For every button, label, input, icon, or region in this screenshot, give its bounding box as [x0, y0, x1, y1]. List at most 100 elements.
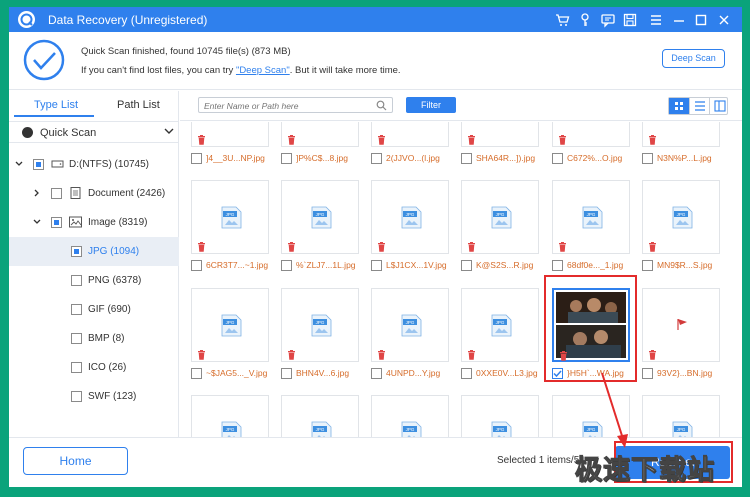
deep-scan-button[interactable]: Deep Scan: [662, 49, 725, 68]
file-item[interactable]: JPG: [642, 395, 726, 437]
grid-view-icon[interactable]: [669, 98, 689, 114]
file-checkbox[interactable]: [461, 260, 472, 271]
file-item[interactable]: JPG K@S2S...R.jpg: [461, 180, 545, 284]
deep-scan-link[interactable]: "Deep Scan": [236, 65, 290, 76]
feedback-icon[interactable]: [600, 12, 616, 28]
file-checkbox[interactable]: [371, 368, 382, 379]
file-checkbox[interactable]: [191, 368, 202, 379]
file-checkbox[interactable]: [461, 368, 472, 379]
file-checkbox[interactable]: [371, 153, 382, 164]
file-item[interactable]: JPG]4__3U...NP.jpg: [191, 122, 275, 177]
tree-item-drive[interactable]: D:(NTFS) (10745): [9, 150, 179, 179]
tree-item-document[interactable]: Document (2426): [9, 179, 179, 208]
file-thumbnail[interactable]: JPG: [371, 395, 449, 437]
chevron-down-icon[interactable]: [15, 160, 23, 168]
file-checkbox[interactable]: [552, 153, 563, 164]
search-box[interactable]: [198, 97, 393, 113]
file-thumbnail[interactable]: JPG: [191, 395, 269, 437]
tree-item-bmp[interactable]: BMP (8): [9, 324, 179, 353]
menu-icon[interactable]: [648, 12, 664, 28]
file-thumbnail[interactable]: JPG: [191, 288, 269, 362]
tree-checkbox[interactable]: [71, 275, 82, 286]
scan-mode-dropdown[interactable]: Quick Scan: [9, 121, 179, 143]
file-checkbox[interactable]: [461, 153, 472, 164]
tree-checkbox[interactable]: [71, 391, 82, 402]
tree-checkbox[interactable]: [71, 362, 82, 373]
file-checkbox[interactable]: [191, 153, 202, 164]
file-thumbnail[interactable]: JPG: [281, 122, 359, 147]
home-button[interactable]: Home: [23, 447, 128, 475]
tree-item-image[interactable]: Image (8319): [9, 208, 179, 237]
file-item[interactable]: JPG ~$JAG5..._V.jpg: [191, 288, 275, 392]
file-item[interactable]: JPG 0XXE0V...L3.jpg: [461, 288, 545, 392]
key-icon[interactable]: [577, 12, 593, 28]
file-checkbox[interactable]: [642, 368, 653, 379]
save-icon[interactable]: [622, 12, 638, 28]
file-item[interactable]: JPG %`ZLJ7...1L.jpg: [281, 180, 365, 284]
tree-checkbox[interactable]: [51, 217, 62, 228]
file-thumbnail[interactable]: JPG: [371, 288, 449, 362]
tree-checkbox[interactable]: [71, 246, 82, 257]
search-input[interactable]: [204, 99, 364, 112]
tree-item-jpg[interactable]: JPG (1094): [9, 237, 179, 266]
tree-checkbox[interactable]: [51, 188, 62, 199]
file-checkbox[interactable]: [281, 153, 292, 164]
tree-item-png[interactable]: PNG (6378): [9, 266, 179, 295]
file-item[interactable]: JPG 68df0e..._1.jpg: [552, 180, 636, 284]
tree-checkbox[interactable]: [71, 304, 82, 315]
file-thumbnail[interactable]: JPG: [642, 395, 720, 437]
file-item[interactable]: JPG SHA64R...]).jpg: [461, 122, 545, 177]
tree-item-swf[interactable]: SWF (123): [9, 382, 179, 411]
file-item[interactable]: JPG: [371, 395, 455, 437]
file-item[interactable]: JPG BHN4V...6.jpg: [281, 288, 365, 392]
file-thumbnail[interactable]: JPG: [552, 180, 630, 254]
file-thumbnail[interactable]: JPG: [281, 395, 359, 437]
maximize-icon[interactable]: [693, 12, 709, 28]
file-checkbox[interactable]: [371, 260, 382, 271]
file-checkbox[interactable]: [281, 368, 292, 379]
file-item[interactable]: JPG MN9$R...S.jpg: [642, 180, 726, 284]
search-icon[interactable]: [376, 100, 387, 111]
filter-button[interactable]: Filter: [406, 97, 456, 113]
file-thumbnail[interactable]: JPG: [191, 122, 269, 147]
tree-checkbox[interactable]: [33, 159, 44, 170]
file-thumbnail[interactable]: [642, 288, 720, 362]
tab-type-list[interactable]: Type List: [34, 99, 78, 111]
chevron-right-icon[interactable]: [33, 189, 41, 197]
file-thumbnail[interactable]: JPG: [461, 395, 539, 437]
list-view-icon[interactable]: [689, 98, 709, 114]
minimize-icon[interactable]: [671, 12, 687, 28]
file-thumbnail[interactable]: JPG: [642, 122, 720, 147]
tree-checkbox[interactable]: [71, 333, 82, 344]
file-item[interactable]: JPG L$J1CX...1V.jpg: [371, 180, 455, 284]
file-item[interactable]: 93V2}...BN.jpg: [642, 288, 726, 392]
file-thumbnail[interactable]: JPG: [191, 180, 269, 254]
file-thumbnail[interactable]: JPG: [642, 180, 720, 254]
cart-icon[interactable]: [554, 12, 570, 28]
tree-item-ico[interactable]: ICO (26): [9, 353, 179, 382]
file-thumbnail[interactable]: JPG: [552, 122, 630, 147]
file-item[interactable]: JPG C672%...O.jpg: [552, 122, 636, 177]
file-thumbnail[interactable]: JPG: [281, 288, 359, 362]
file-checkbox[interactable]: [552, 260, 563, 271]
file-thumbnail[interactable]: JPG: [461, 122, 539, 147]
file-item[interactable]: JPG 4UNPD...Y.jpg: [371, 288, 455, 392]
file-checkbox[interactable]: [281, 260, 292, 271]
tree-item-gif[interactable]: GIF (690): [9, 295, 179, 324]
file-checkbox[interactable]: [642, 260, 653, 271]
detail-view-icon[interactable]: [709, 98, 729, 114]
file-checkbox[interactable]: [191, 260, 202, 271]
file-thumbnail[interactable]: JPG: [371, 122, 449, 147]
file-item[interactable]: JPG 6CR3T7...~1.jpg: [191, 180, 275, 284]
file-thumbnail[interactable]: JPG: [371, 180, 449, 254]
file-item[interactable]: JPG]P%C$...8.jpg: [281, 122, 365, 177]
file-thumbnail[interactable]: JPG: [461, 288, 539, 362]
file-checkbox[interactable]: [642, 153, 653, 164]
file-item[interactable]: JPG: [281, 395, 365, 437]
file-thumbnail[interactable]: JPG: [461, 180, 539, 254]
chevron-down-icon[interactable]: [33, 218, 41, 226]
file-thumbnail[interactable]: JPG: [281, 180, 359, 254]
tab-path-list[interactable]: Path List: [117, 99, 160, 111]
file-item[interactable]: JPG 2(JJVO...(l.jpg: [371, 122, 455, 177]
file-item[interactable]: JPG N3N%P...L.jpg: [642, 122, 726, 177]
